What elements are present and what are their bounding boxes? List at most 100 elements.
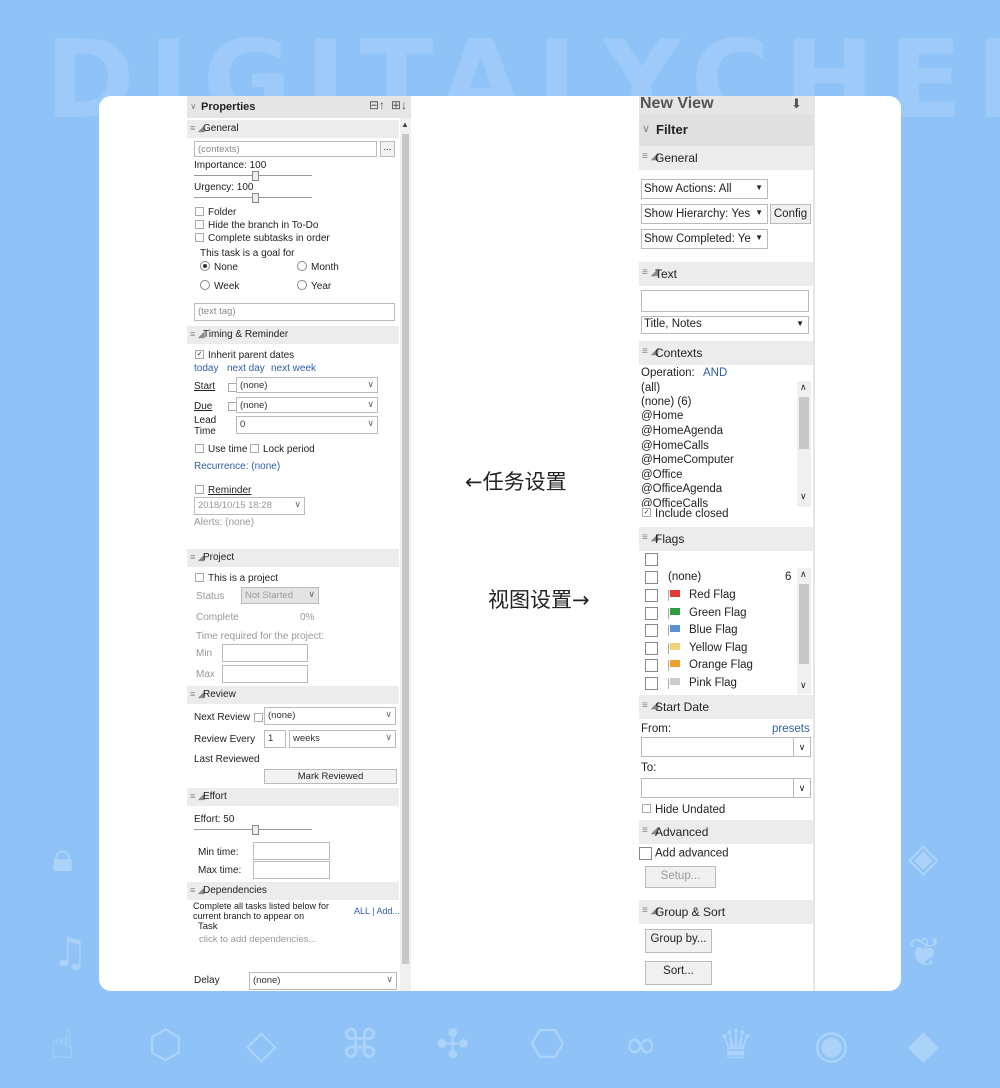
chevron-down-icon[interactable]: ∨ (793, 738, 810, 756)
flags-select-all-checkbox[interactable] (645, 553, 658, 566)
effort-slider[interactable] (194, 825, 312, 835)
dropdown-arrow-icon[interactable]: ▼ (755, 208, 763, 217)
checkbox-checked-icon[interactable]: ✓ (195, 349, 204, 359)
flag-checkbox[interactable] (645, 606, 658, 620)
scroll-down-icon[interactable]: ∨ (800, 491, 807, 502)
scroll-up-icon[interactable]: ∧ (800, 569, 807, 580)
dependencies-all-add-links[interactable]: ALL | Add... (354, 906, 400, 916)
checkbox-icon[interactable] (195, 443, 204, 453)
save-icon[interactable]: ⬇ (791, 96, 802, 112)
view-section-group-sort[interactable]: ≡ ◢ Group & Sort (639, 900, 813, 924)
section-effort[interactable]: ≡ ◢ Effort (187, 788, 399, 806)
flags-list[interactable]: (none) 6 Red Flag Green Flag Blue Flag Yell… (639, 551, 813, 694)
scroll-down-icon[interactable]: ∨ (800, 680, 807, 691)
review-every-number[interactable]: 1 (264, 730, 286, 748)
scroll-up-icon[interactable]: ▲ (401, 120, 409, 129)
from-date-dropdown[interactable]: ∨ (641, 737, 811, 757)
next-review-dropdown[interactable]: (none) ∨ (264, 707, 396, 725)
radio-icon[interactable] (200, 280, 210, 291)
chevron-down-icon[interactable]: ∨ (642, 122, 650, 135)
show-actions-dropdown[interactable]: Show Actions: All ▼ (641, 179, 768, 199)
checkbox-icon[interactable] (250, 443, 259, 453)
checkbox-icon[interactable] (195, 219, 204, 229)
group-by-button[interactable]: Group by... (645, 929, 712, 953)
flag-checkbox[interactable] (645, 641, 658, 655)
properties-scrollbar[interactable]: ▲ (400, 118, 411, 991)
view-section-text[interactable]: ≡ ◢ Text (639, 262, 813, 286)
checkbox-icon[interactable] (639, 847, 652, 860)
chevron-down-icon[interactable]: ∨ (793, 779, 810, 797)
chevron-down-icon[interactable]: ∨ (386, 974, 393, 985)
flag-row[interactable]: Red Flag (639, 588, 789, 605)
section-general[interactable]: ≡ ◢ General (187, 120, 399, 138)
view-section-flags[interactable]: ≡ ◢ Flags (639, 527, 813, 551)
section-project[interactable]: ≡ ◢ Project (187, 549, 399, 567)
max-time-input[interactable] (253, 861, 330, 879)
add-dependencies-placeholder[interactable]: click to add dependencies... (199, 934, 316, 945)
due-date-dropdown[interactable]: (none) ∨ (236, 397, 378, 413)
chevron-down-icon[interactable]: ∨ (367, 399, 374, 410)
sort-button[interactable]: Sort... (645, 961, 712, 985)
flag-checkbox[interactable] (645, 624, 658, 638)
checkbox-icon[interactable] (195, 206, 204, 216)
importance-slider[interactable] (194, 171, 312, 181)
flag-row[interactable]: Blue Flag (639, 623, 789, 640)
flag-row[interactable]: Pink Flag (639, 676, 789, 693)
flags-scrollbar[interactable]: ∧ ∨ (797, 568, 811, 694)
expand-down-icon[interactable]: ⊞↓ (391, 98, 407, 112)
min-input[interactable] (222, 644, 308, 662)
flag-row-none[interactable]: (none) 6 (639, 570, 791, 587)
recurrence-link[interactable]: Recurrence: (none) (194, 461, 280, 472)
section-dependencies[interactable]: ≡ ◢ Dependencies (187, 882, 399, 900)
scroll-thumb[interactable] (402, 134, 409, 964)
next-day-link[interactable]: next day (227, 363, 265, 374)
context-item[interactable]: (all) (641, 382, 660, 394)
chevron-down-icon[interactable]: ∨ (367, 379, 374, 390)
goal-radio-month[interactable]: Month (297, 261, 339, 273)
inherit-dates-checkbox[interactable]: ✓ Inherit parent dates (195, 349, 294, 361)
context-item[interactable]: @OfficeAgenda (641, 483, 722, 495)
flag-row[interactable]: Green Flag (639, 606, 789, 623)
operation-value-link[interactable]: AND (703, 367, 727, 379)
context-item[interactable]: @OfficeCalls (641, 498, 708, 507)
filter-header[interactable]: ∨ Filter (639, 114, 813, 146)
folder-checkbox[interactable]: Folder (195, 206, 236, 218)
checkbox-checked-icon[interactable]: ✓ (642, 508, 651, 518)
radio-icon[interactable] (297, 280, 307, 291)
flag-checkbox[interactable] (645, 659, 658, 673)
add-advanced-checkbox[interactable]: Add advanced (639, 847, 729, 860)
status-dropdown[interactable]: Not Started ∨ (241, 587, 319, 604)
radio-icon[interactable] (297, 261, 307, 272)
goal-radio-none[interactable]: None (200, 261, 238, 273)
chevron-down-icon[interactable]: ∨ (367, 418, 374, 429)
checkbox-icon[interactable] (195, 484, 204, 494)
text-fields-dropdown[interactable]: Title, Notes ▼ (641, 316, 809, 334)
chevron-down-icon[interactable]: ∨ (308, 589, 315, 600)
reminder-date-picker[interactable]: 2018/10/15 18:28 ∨ (194, 497, 305, 515)
delay-dropdown[interactable]: (none) ∨ (249, 972, 397, 990)
max-input[interactable] (222, 665, 308, 683)
radio-icon[interactable] (200, 261, 210, 272)
hide-branch-checkbox[interactable]: Hide the branch in To-Do (195, 219, 318, 231)
view-section-advanced[interactable]: ≡ ◢ Advanced (639, 820, 813, 844)
text-filter-input[interactable] (641, 290, 809, 312)
mark-reviewed-button[interactable]: Mark Reviewed (264, 769, 397, 784)
collapse-up-icon[interactable]: ⊟↑ (369, 98, 385, 112)
context-item[interactable]: @HomeCalls (641, 440, 709, 452)
presets-link[interactable]: presets (772, 723, 810, 735)
context-item[interactable]: @HomeComputer (641, 454, 734, 466)
slider-knob[interactable] (252, 825, 259, 835)
next-review-checkbox[interactable] (254, 713, 263, 722)
scroll-up-icon[interactable]: ∧ (800, 382, 807, 393)
show-completed-dropdown[interactable]: Show Completed: Ye ▼ (641, 229, 768, 249)
review-every-unit-dropdown[interactable]: weeks ∨ (289, 730, 396, 748)
view-section-general[interactable]: ≡ ◢ General (639, 146, 813, 170)
checkbox-icon[interactable] (195, 232, 204, 242)
flag-checkbox[interactable] (645, 677, 658, 690)
complete-subtasks-checkbox[interactable]: Complete subtasks in order (195, 232, 330, 244)
scroll-thumb[interactable] (799, 397, 809, 449)
contexts-scrollbar[interactable]: ∧ ∨ (797, 381, 811, 507)
is-project-checkbox[interactable]: This is a project (195, 572, 278, 584)
start-date-dropdown[interactable]: (none) ∨ (236, 377, 378, 393)
lead-time-dropdown[interactable]: 0 ∨ (236, 416, 378, 434)
